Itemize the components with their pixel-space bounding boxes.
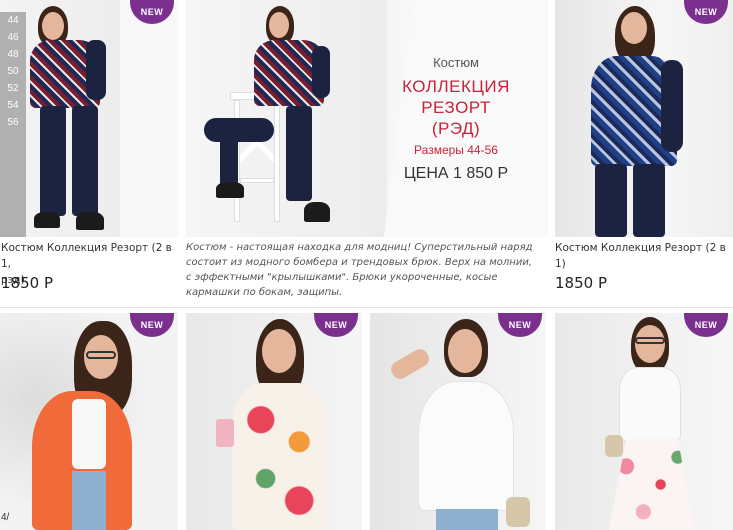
model-figure	[577, 6, 707, 237]
edge-text: 4/	[0, 512, 11, 523]
size-list: 44 46 48 50 52 54 56	[0, 12, 26, 237]
size-option[interactable]: 56	[0, 114, 26, 131]
model-figure	[204, 6, 354, 231]
size-option[interactable]: 50	[0, 63, 26, 80]
product-card-4[interactable]: NEW	[186, 313, 362, 530]
product-image-5[interactable]	[370, 313, 546, 530]
model-figure	[605, 317, 715, 530]
promo-sizes: Размеры 44-56	[414, 143, 498, 157]
promo-price: ЦЕНА 1 850 Р	[403, 165, 509, 182]
product-image-3[interactable]	[0, 313, 178, 530]
model-figure	[28, 6, 138, 236]
size-option[interactable]: 52	[0, 80, 26, 97]
model-figure	[216, 319, 346, 530]
product-price: 1850 Р	[1, 274, 53, 292]
product-card-1[interactable]: 44 46 48 50 52 54 56 NEW Костюм Коллекци…	[0, 0, 178, 300]
size-option[interactable]: 54	[0, 97, 26, 114]
promo-title-line: РЕЗОРТ	[421, 98, 491, 117]
size-option[interactable]: 46	[0, 29, 26, 46]
product-card-6[interactable]: NEW	[555, 313, 733, 530]
product-image-2[interactable]	[555, 0, 733, 237]
product-title-line[interactable]: Костюм Коллекция Резорт (2 в 1,	[1, 242, 172, 270]
size-option[interactable]: 48	[0, 46, 26, 63]
product-image-1[interactable]	[0, 0, 178, 237]
product-title[interactable]: Костюм Коллекция Резорт (2 в 1)	[555, 240, 733, 272]
model-figure	[388, 319, 530, 530]
product-image-4[interactable]	[186, 313, 362, 530]
product-description: Костюм - настоящая находка для модниц! С…	[186, 242, 533, 298]
promo-label: Костюм	[433, 55, 479, 70]
product-card-5[interactable]: NEW	[370, 313, 546, 530]
row-divider	[0, 307, 733, 308]
product-card-3[interactable]: NEW	[0, 313, 178, 530]
promo-text: Костюм КОЛЛЕКЦИЯ РЕЗОРТ (РЭД) Размеры 44…	[386, 55, 526, 183]
product-image-6[interactable]	[555, 313, 733, 530]
product-price: 1850 Р	[555, 274, 607, 292]
size-option[interactable]: 44	[0, 12, 26, 29]
model-figure	[24, 321, 154, 530]
promo-title-line: КОЛЛЕКЦИЯ	[402, 77, 510, 96]
product-card-2[interactable]: NEW Костюм Коллекция Резорт (2 в 1) 1850…	[555, 0, 733, 300]
promo-title-line: (РЭД)	[431, 119, 481, 138]
